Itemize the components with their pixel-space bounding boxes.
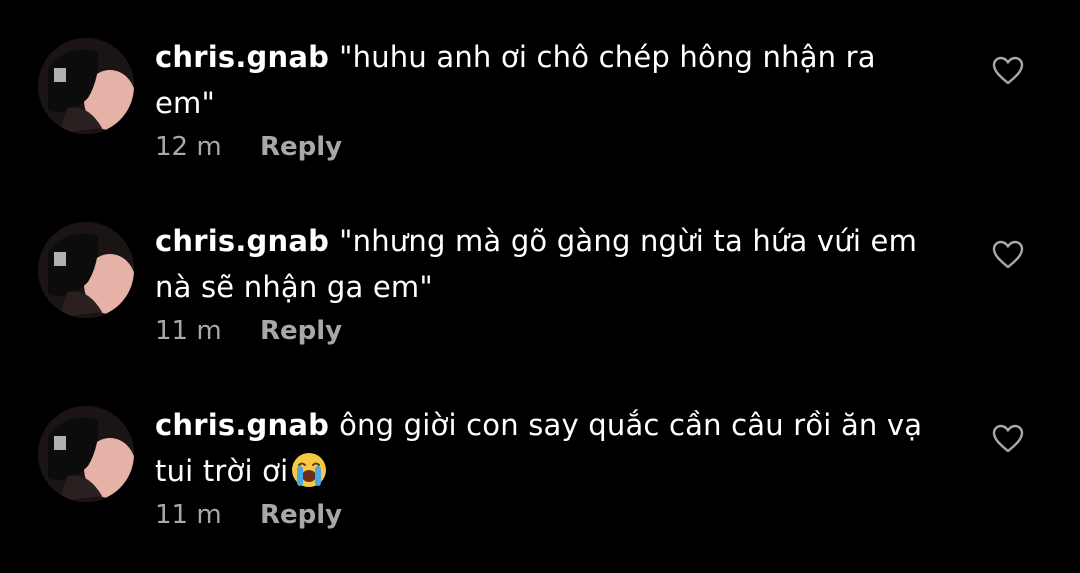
- comment-text-block: chris.gnab "nhưng mà gõ gàng ngừi ta hứa …: [155, 218, 935, 310]
- heart-outline-icon[interactable]: [992, 56, 1024, 86]
- timestamp: 11 m: [155, 500, 222, 530]
- reply-button[interactable]: Reply: [260, 316, 342, 346]
- username[interactable]: chris.gnab: [155, 408, 329, 442]
- heart-outline-icon[interactable]: [992, 240, 1024, 270]
- username[interactable]: chris.gnab: [155, 40, 329, 74]
- avatar[interactable]: [38, 222, 134, 318]
- comment-text-block: chris.gnab ông giời con say quắc cần câu …: [155, 402, 935, 494]
- loudly-crying-face-emoji-icon: [290, 451, 328, 489]
- avatar[interactable]: [38, 38, 134, 134]
- timestamp: 12 m: [155, 132, 222, 162]
- heart-outline-icon[interactable]: [992, 424, 1024, 454]
- comment-meta: 11 m Reply: [155, 500, 342, 530]
- comment-text-block: chris.gnab "huhu anh ơi chô chép hông nhậ…: [155, 34, 935, 126]
- reply-button[interactable]: Reply: [260, 500, 342, 530]
- comment-meta: 12 m Reply: [155, 132, 342, 162]
- timestamp: 11 m: [155, 316, 222, 346]
- reply-button[interactable]: Reply: [260, 132, 342, 162]
- comment-meta: 11 m Reply: [155, 316, 342, 346]
- avatar[interactable]: [38, 406, 134, 502]
- username[interactable]: chris.gnab: [155, 224, 329, 258]
